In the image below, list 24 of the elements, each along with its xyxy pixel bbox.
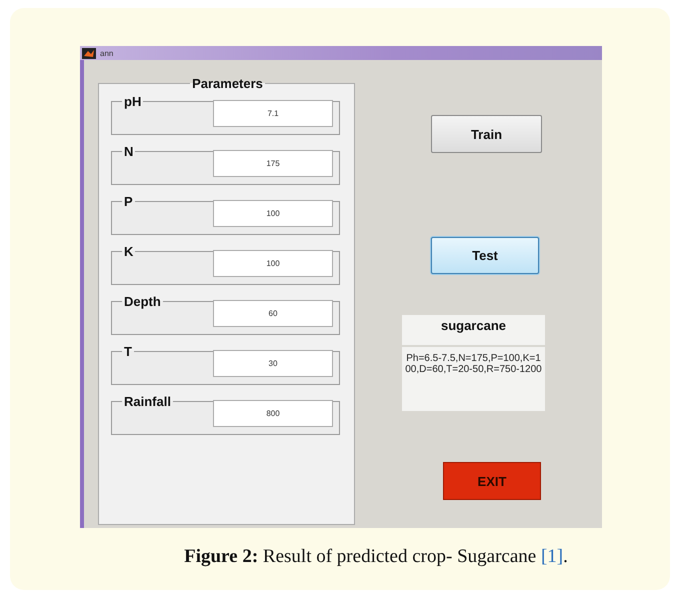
- window-title: ann: [100, 48, 114, 58]
- figure-caption: Figure 2: Result of predicted crop- Sugarcane [1].: [183, 546, 569, 568]
- exit-button[interactable]: EXIT: [443, 462, 541, 500]
- parameter-label: Depth: [123, 295, 162, 308]
- parameter-label: N: [123, 145, 134, 158]
- parameter-label: P: [123, 195, 134, 208]
- panel-title: Parameters: [191, 76, 264, 91]
- result-details: Ph=6.5-7.5,N=175,P=100,K=100,D=60,T=20-50,R=750-1200: [402, 347, 545, 411]
- train-button[interactable]: Train: [431, 115, 542, 153]
- input-field[interactable]: 800: [213, 400, 333, 427]
- result-label: sugarcane: [402, 315, 545, 345]
- input-field[interactable]: 30: [213, 350, 333, 377]
- parameter-label: Rainfall: [123, 395, 172, 408]
- input-field[interactable]: 100: [213, 200, 333, 227]
- parameter-label: pH: [123, 95, 142, 108]
- test-button[interactable]: Test: [431, 237, 539, 274]
- input-field[interactable]: 100: [213, 250, 333, 277]
- input-field[interactable]: 175: [213, 150, 333, 177]
- reference-link[interactable]: [1]: [540, 546, 564, 567]
- input-field[interactable]: 60: [213, 300, 333, 327]
- parameter-label: T: [123, 345, 133, 358]
- parameter-label: K: [123, 245, 134, 258]
- input-field[interactable]: 7.1: [213, 100, 333, 127]
- window-icon: [82, 48, 96, 58]
